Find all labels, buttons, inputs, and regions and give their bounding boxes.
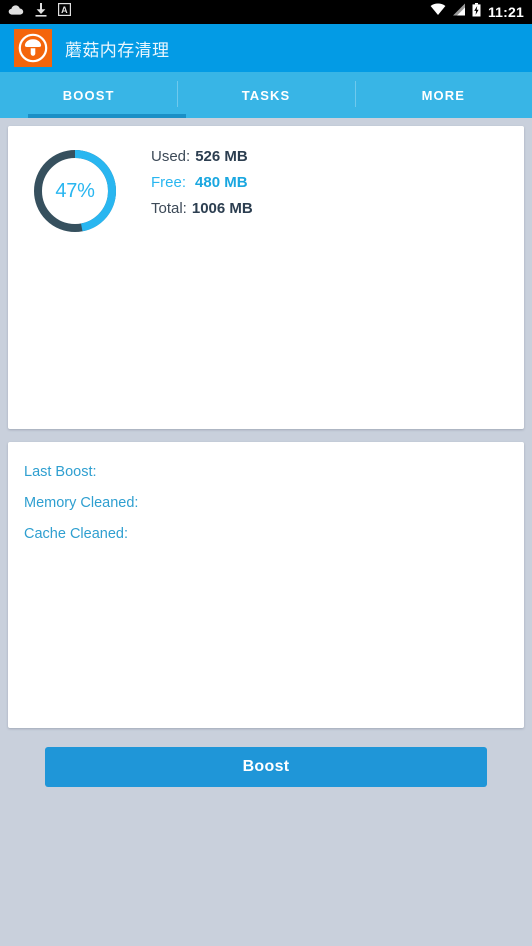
memory-percent-label: 47% (55, 179, 95, 202)
app-bar: 蘑菇内存清理 (0, 24, 532, 72)
battery-charging-icon (472, 2, 481, 22)
signal-icon (452, 3, 466, 21)
tab-selected-indicator (28, 114, 186, 118)
tab-bar: BOOST TASKS MORE (0, 72, 532, 118)
tab-boost[interactable]: BOOST (0, 72, 177, 118)
status-bar: A 11:21 (0, 0, 532, 24)
wifi-icon (430, 3, 446, 21)
memory-cleaned-label: Memory Cleaned: (24, 495, 139, 511)
memory-card: 47% Used: 526 MB Free: 480 MB Total: 100… (8, 126, 524, 429)
memory-used-label: Used: (151, 148, 191, 165)
status-bar-clock: 11:21 (487, 4, 524, 20)
memory-row-used: Used: 526 MB (151, 148, 253, 165)
cache-cleaned-label: Cache Cleaned: (24, 526, 128, 542)
memory-free-label: Free: (151, 174, 187, 191)
memory-info-list: Used: 526 MB Free: 480 MB Total: 1006 MB (151, 148, 253, 217)
boost-button-container: Boost (8, 728, 524, 787)
status-bar-left-icons: A (8, 2, 72, 22)
status-bar-right-icons: 11:21 (430, 2, 524, 22)
memory-total-value: 1006 MB (191, 200, 253, 217)
svg-text:A: A (61, 5, 68, 15)
tab-tasks[interactable]: TASKS (177, 72, 354, 118)
memory-free-value: 480 MB (195, 174, 248, 191)
memory-row-free: Free: 480 MB (151, 174, 253, 191)
last-boost-label: Last Boost: (24, 464, 97, 480)
memory-used-value: 526 MB (195, 148, 248, 165)
boost-stats-card: Last Boost: Memory Cleaned: Cache Cleane… (8, 442, 524, 728)
cloud-icon (8, 3, 24, 21)
stat-row-memory-cleaned: Memory Cleaned: (24, 495, 508, 511)
boost-button[interactable]: Boost (45, 747, 487, 787)
keyboard-a-icon: A (57, 2, 72, 21)
memory-row-total: Total: 1006 MB (151, 200, 253, 217)
app-title: 蘑菇内存清理 (65, 40, 170, 60)
download-icon (35, 2, 47, 22)
tab-more[interactable]: MORE (354, 72, 532, 118)
stat-row-cache-cleaned: Cache Cleaned: (24, 526, 508, 542)
stat-row-last-boost: Last Boost: (24, 464, 508, 480)
memory-total-label: Total: (151, 200, 187, 217)
mushroom-app-icon[interactable] (14, 29, 52, 67)
memory-usage-donut: 47% (32, 148, 118, 234)
main-content: 47% Used: 526 MB Free: 480 MB Total: 100… (0, 118, 532, 795)
